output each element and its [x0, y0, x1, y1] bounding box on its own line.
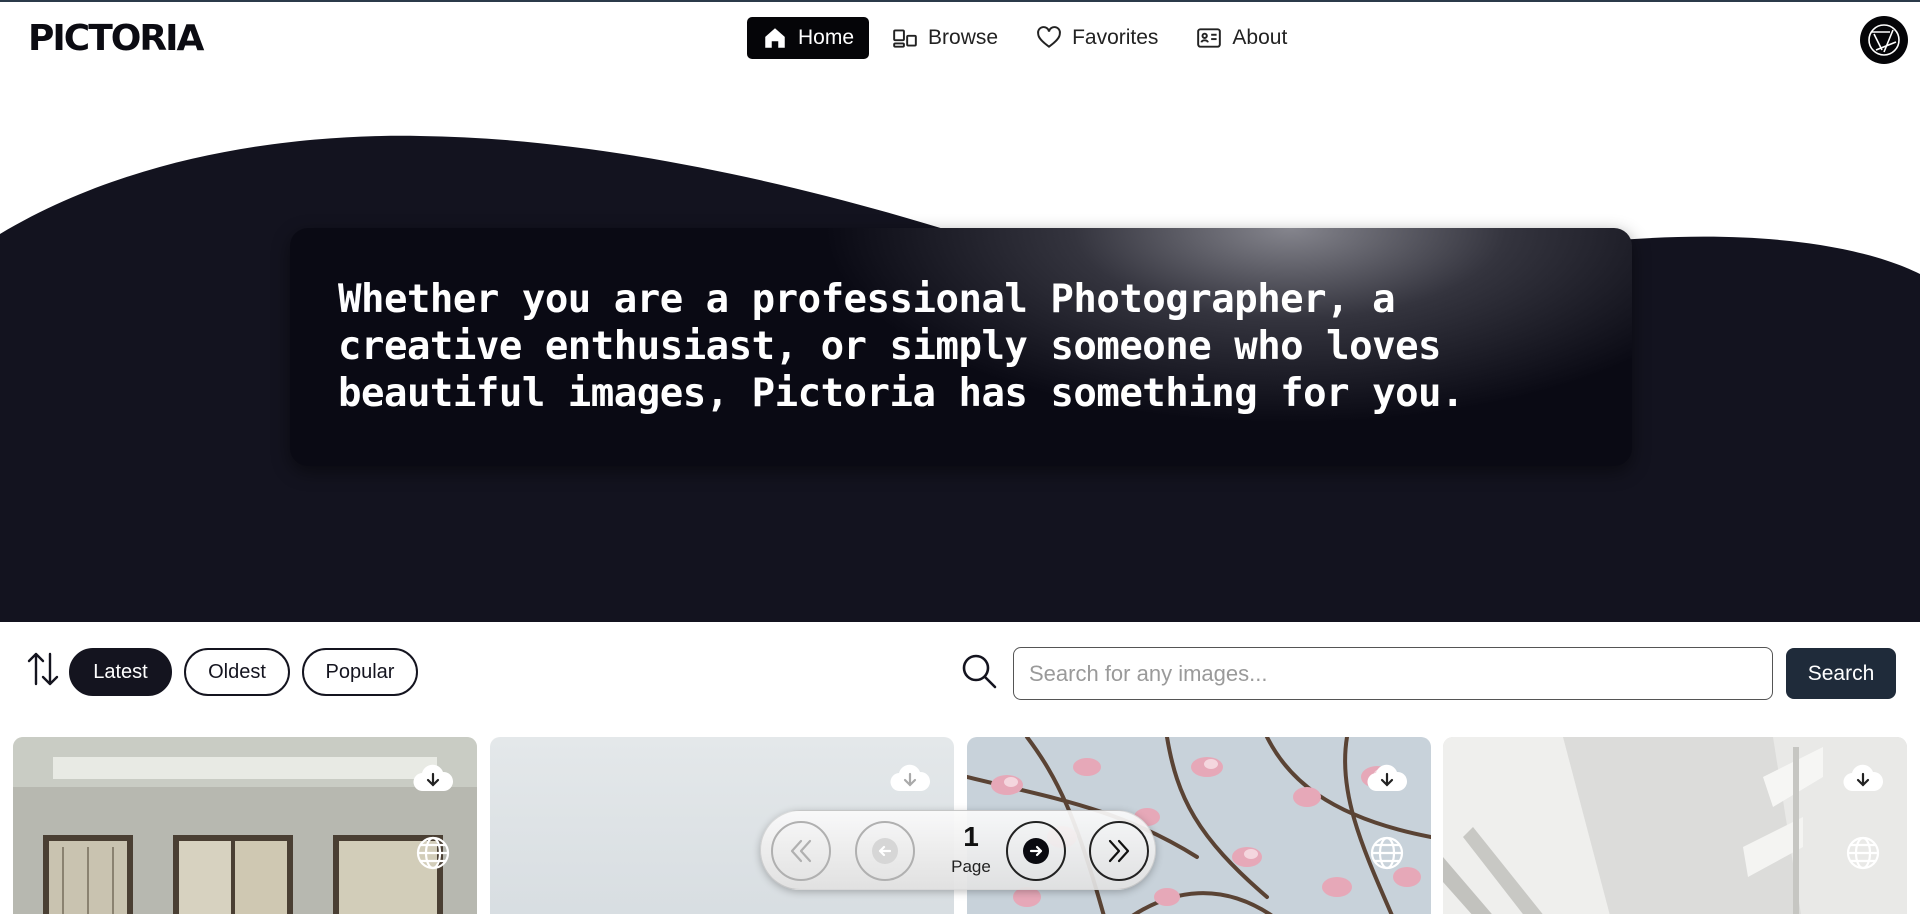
- nav-about[interactable]: About: [1181, 17, 1302, 59]
- main-nav: Home Browse Favorites About: [747, 17, 1302, 59]
- nav-home-label: Home: [798, 26, 855, 49]
- hero-section: Whether you are a professional Photograp…: [0, 74, 1920, 622]
- nav-home[interactable]: Home: [747, 17, 870, 59]
- hero-text: Whether you are a professional Photograp…: [338, 277, 1465, 416]
- sort-arrows-icon[interactable]: [26, 650, 60, 688]
- first-page-button[interactable]: [771, 821, 831, 881]
- hero-card: Whether you are a professional Photograp…: [290, 228, 1632, 466]
- header: PICTORIA Home Browse Favorites About: [0, 2, 1920, 74]
- avatar[interactable]: [1860, 16, 1908, 64]
- nav-favorites[interactable]: Favorites: [1021, 17, 1173, 59]
- search-button[interactable]: Search: [1786, 648, 1896, 699]
- globe-icon[interactable]: [1845, 835, 1881, 871]
- current-page-number: 1: [963, 821, 979, 852]
- id-card-icon: [1197, 28, 1222, 48]
- aperture-logo-icon: [1868, 24, 1900, 56]
- nav-about-label: About: [1232, 26, 1288, 49]
- cloud-download-icon[interactable]: [413, 763, 453, 795]
- image-room-windows: [13, 737, 477, 914]
- next-page-button[interactable]: [1006, 821, 1066, 881]
- filter-oldest[interactable]: Oldest: [184, 648, 290, 696]
- browse-icon: [893, 29, 917, 48]
- home-icon: [765, 28, 785, 48]
- nav-browse[interactable]: Browse: [877, 17, 1013, 59]
- cloud-download-icon[interactable]: [1843, 763, 1883, 795]
- double-chevron-right-icon: [1108, 839, 1130, 863]
- page-label: Page: [951, 857, 991, 876]
- nav-favorites-label: Favorites: [1072, 26, 1159, 49]
- heart-icon: [1037, 26, 1061, 48]
- arrow-right-circle-icon: [1023, 838, 1049, 864]
- filter-popular[interactable]: Popular: [302, 648, 418, 696]
- pagination: 1 Page: [760, 810, 1156, 890]
- previous-page-button[interactable]: [855, 821, 915, 881]
- image-white-architecture: [1443, 737, 1907, 914]
- globe-icon[interactable]: [415, 835, 451, 871]
- gallery-card[interactable]: [1443, 737, 1907, 914]
- logo[interactable]: PICTORIA: [28, 18, 204, 59]
- nav-browse-label: Browse: [928, 26, 999, 49]
- cloud-download-icon[interactable]: [890, 763, 930, 795]
- globe-icon[interactable]: [1369, 835, 1405, 871]
- gallery-card[interactable]: [13, 737, 477, 914]
- search-input[interactable]: [1013, 647, 1773, 700]
- arrow-left-circle-icon: [872, 838, 898, 864]
- cloud-download-icon[interactable]: [1367, 763, 1407, 795]
- double-chevron-left-icon: [790, 839, 812, 863]
- last-page-button[interactable]: [1089, 821, 1149, 881]
- search-icon: [962, 654, 997, 689]
- filter-latest[interactable]: Latest: [69, 648, 172, 696]
- filter-toolbar: Latest Oldest Popular Search: [0, 622, 1920, 722]
